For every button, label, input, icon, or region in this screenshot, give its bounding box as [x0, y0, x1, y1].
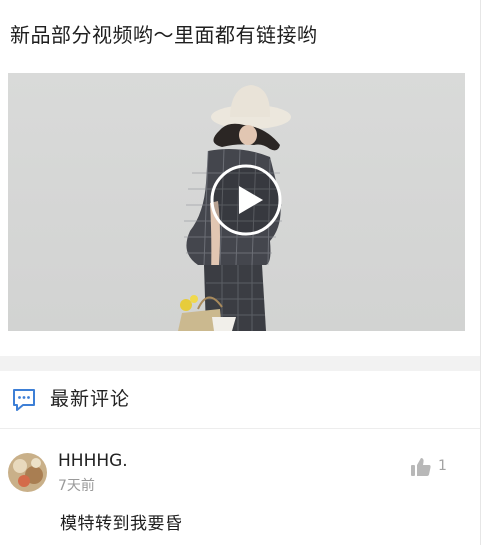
section-divider — [0, 356, 481, 371]
post-title: 新品部分视频哟～里面都有链接哟 — [10, 23, 318, 47]
comment-item: HHHHG. 7天前 1 模特转到我要昏 — [0, 429, 481, 545]
comment-time: 7天前 — [58, 478, 95, 494]
comment-bubble-icon — [13, 389, 35, 411]
play-button[interactable] — [209, 163, 283, 237]
comment-author[interactable]: HHHHG. — [58, 449, 128, 473]
play-icon — [210, 164, 282, 236]
comment-text: 模特转到我要昏 — [60, 514, 183, 534]
thumbs-up-icon — [411, 458, 431, 476]
video-player[interactable] — [8, 73, 465, 331]
comments-header: 最新评论 — [0, 371, 481, 429]
comments-title: 最新评论 — [50, 388, 131, 410]
avatar[interactable] — [8, 453, 47, 492]
like-count: 1 — [438, 458, 447, 474]
page: 新品部分视频哟～里面都有链接哟 最新评论 HHHHG. 7天前 1 模特转到我要… — [0, 0, 481, 545]
